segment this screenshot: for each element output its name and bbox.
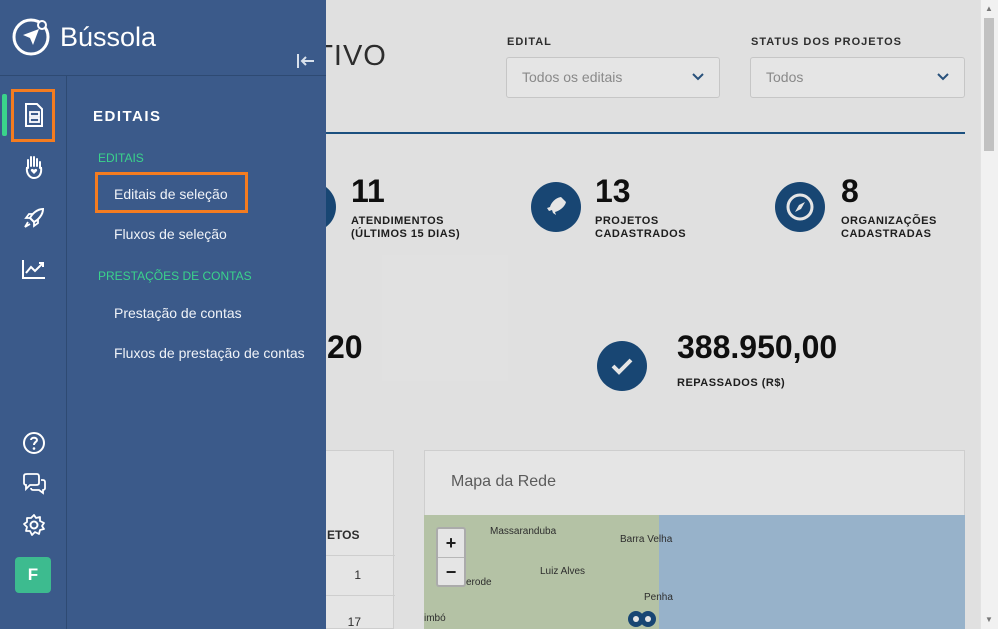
scroll-up-icon[interactable]: ▲ (985, 4, 993, 13)
rocket-icon[interactable] (16, 200, 52, 236)
scroll-thumb[interactable] (984, 18, 994, 151)
menu-item-editais-de-selecao[interactable]: Editais de seleção (114, 186, 228, 202)
avatar[interactable]: F (15, 557, 51, 593)
scroll-down-icon[interactable]: ▼ (985, 615, 993, 624)
brand-name: Bússola (60, 21, 157, 52)
menu-title: EDITAIS (93, 108, 162, 125)
section-label-editais: EDITAIS (98, 151, 144, 165)
collapse-sidebar-icon[interactable] (296, 53, 316, 74)
compass-logo-icon (12, 18, 50, 56)
help-icon[interactable] (16, 425, 52, 461)
chart-trend-icon[interactable] (16, 251, 52, 287)
chat-icon[interactable] (16, 466, 52, 502)
section-label-prestacoes: PRESTAÇÕES DE CONTAS (98, 269, 252, 283)
document-icon[interactable] (16, 97, 52, 133)
brand[interactable]: Bússola (11, 17, 156, 57)
active-indicator (2, 94, 7, 136)
menu-item-fluxos-de-selecao[interactable]: Fluxos de seleção (114, 226, 227, 242)
sidebar: Bússola F EDITAIS EDITAIS Editais de sel… (0, 0, 326, 629)
menu-item-prestacao-de-contas[interactable]: Prestação de contas (114, 305, 242, 321)
gear-icon[interactable] (16, 507, 52, 543)
hand-heart-icon[interactable] (16, 149, 52, 185)
menu-item-fluxos-de-prestacao[interactable]: Fluxos de prestação de contas (114, 345, 305, 361)
